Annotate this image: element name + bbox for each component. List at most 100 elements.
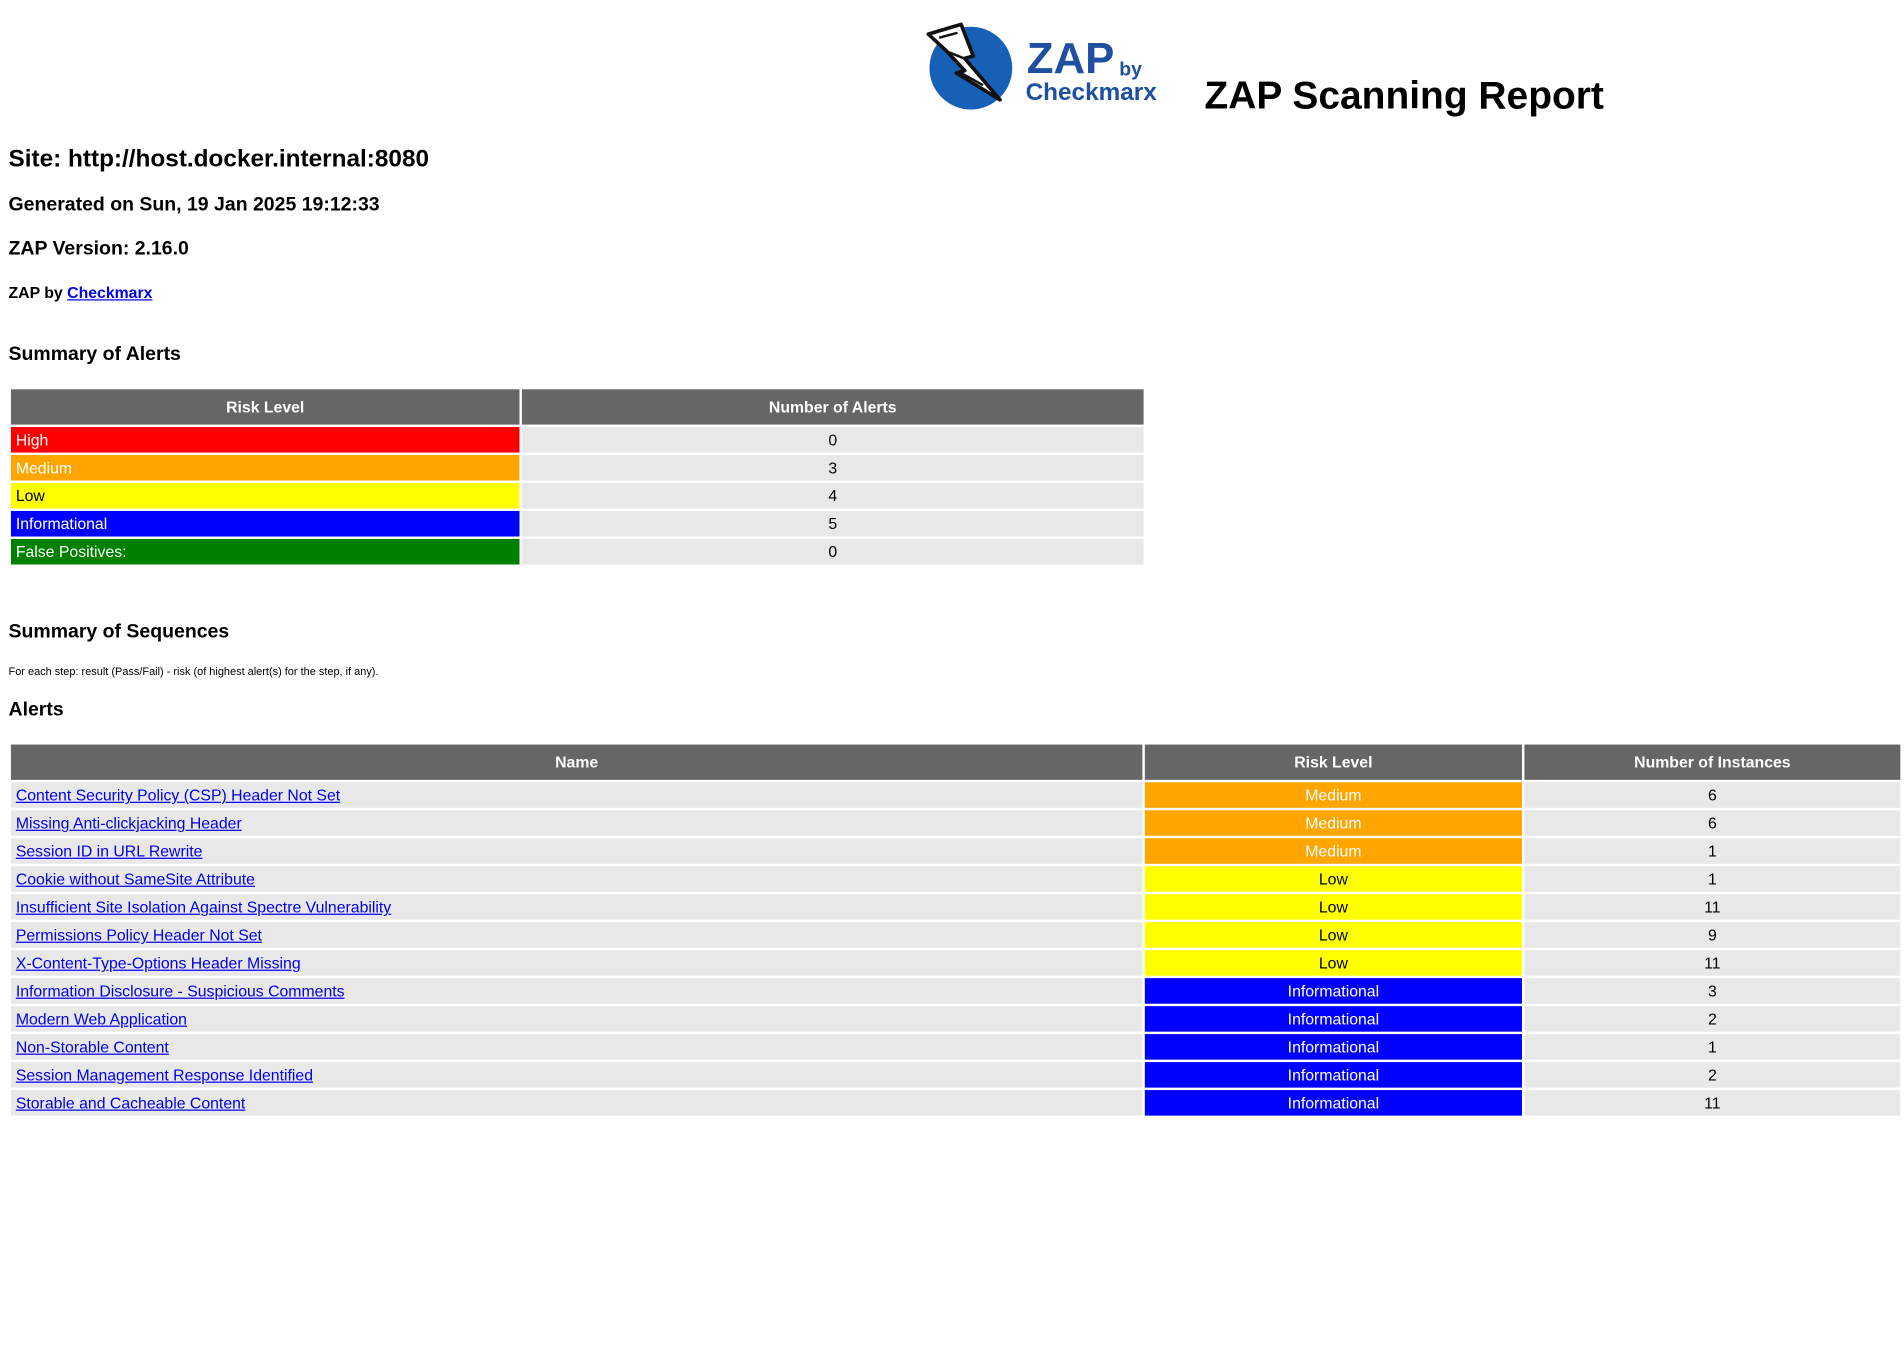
alert-name-cell: Insufficient Site Isolation Against Spec… <box>10 894 1143 920</box>
risk-count-medium: 3 <box>521 455 1144 481</box>
alert-row: Storable and Cacheable Content Informati… <box>10 1090 1901 1116</box>
risk-count-high: 0 <box>521 427 1144 453</box>
byline-prefix: ZAP by <box>8 283 63 302</box>
alerts-table: Name Risk Level Number of Instances Cont… <box>9 742 1903 1118</box>
alerts-header-instances: Number of Instances <box>1524 744 1901 780</box>
alert-row: Information Disclosure - Suspicious Comm… <box>10 978 1901 1004</box>
byline: ZAP by Checkmarx <box>9 283 153 301</box>
risk-label-medium: Medium <box>10 455 520 481</box>
alert-row: Session Management Response Identified I… <box>10 1062 1901 1088</box>
report-page: ZAP by Checkmarx ZAP Scanning Report Sit… <box>0 0 1904 1372</box>
risk-label-low: Low <box>10 482 520 509</box>
site-heading: Site: http://host.docker.internal:8080 <box>8 145 430 173</box>
alert-risk: Low <box>1144 894 1522 920</box>
summary-row-false-positives: False Positives: 0 <box>10 538 1144 565</box>
alert-row: X-Content-Type-Options Header Missing Lo… <box>10 950 1901 976</box>
alert-link[interactable]: Information Disclosure - Suspicious Comm… <box>16 982 345 1000</box>
alert-name-cell: Content Security Policy (CSP) Header Not… <box>10 782 1143 808</box>
alert-row: Session ID in URL Rewrite Medium 1 <box>10 838 1901 864</box>
alert-row: Content Security Policy (CSP) Header Not… <box>10 782 1901 808</box>
alert-risk: Medium <box>1144 810 1522 836</box>
zap-checkmarx-logo: ZAP by Checkmarx <box>926 22 1158 110</box>
alert-instances: 11 <box>1524 1090 1901 1116</box>
alert-link[interactable]: Modern Web Application <box>16 1010 187 1028</box>
alert-link[interactable]: Permissions Policy Header Not Set <box>16 926 262 944</box>
alert-risk: Informational <box>1144 1034 1522 1060</box>
alert-name-cell: Session Management Response Identified <box>10 1062 1143 1088</box>
alerts-header-risk: Risk Level <box>1144 744 1522 780</box>
alert-row: Missing Anti-clickjacking Header Medium … <box>10 810 1901 836</box>
summary-row-high: High 0 <box>10 427 1144 453</box>
alert-name-cell: Missing Anti-clickjacking Header <box>10 810 1143 836</box>
alert-instances: 1 <box>1524 866 1901 892</box>
alert-instances: 1 <box>1524 1034 1901 1060</box>
zap-version: ZAP Version: 2.16.0 <box>8 238 189 260</box>
alert-instances: 2 <box>1524 1006 1901 1032</box>
alert-link[interactable]: Insufficient Site Isolation Against Spec… <box>16 898 391 916</box>
alert-risk: Informational <box>1144 1090 1522 1116</box>
alert-row: Non-Storable Content Informational 1 <box>10 1034 1901 1060</box>
alert-instances: 6 <box>1524 782 1901 808</box>
summary-title: Summary of Alerts <box>8 344 181 365</box>
alert-row: Cookie without SameSite Attribute Low 1 <box>10 866 1901 892</box>
alerts-header-name: Name <box>10 744 1143 780</box>
alert-row: Permissions Policy Header Not Set Low 9 <box>10 922 1901 948</box>
summary-header-risk: Risk Level <box>10 389 520 425</box>
logo-checkmarx-text: Checkmarx <box>1026 79 1158 106</box>
summary-row-medium: Medium 3 <box>10 455 1144 481</box>
alert-risk: Informational <box>1144 978 1522 1004</box>
risk-count-false-positives: 0 <box>521 538 1144 565</box>
logo-zap-text: ZAP <box>1027 34 1115 83</box>
alert-risk: Informational <box>1144 1006 1522 1032</box>
risk-count-informational: 5 <box>521 510 1144 537</box>
summary-header-count: Number of Alerts <box>521 389 1144 425</box>
report-header: ZAP by Checkmarx ZAP Scanning Report <box>0 0 1904 134</box>
alert-name-cell: Permissions Policy Header Not Set <box>10 922 1143 948</box>
alert-risk: Informational <box>1144 1062 1522 1088</box>
risk-label-false-positives: False Positives: <box>10 538 520 565</box>
alert-row: Modern Web Application Informational 2 <box>10 1006 1901 1032</box>
alert-risk: Medium <box>1144 782 1522 808</box>
summary-row-informational: Informational 5 <box>10 510 1144 537</box>
report-title: ZAP Scanning Report <box>1204 72 1604 117</box>
alert-instances: 9 <box>1524 922 1901 948</box>
alert-link[interactable]: Content Security Policy (CSP) Header Not… <box>16 786 340 804</box>
risk-count-low: 4 <box>521 482 1144 509</box>
alert-instances: 1 <box>1524 838 1901 864</box>
summary-table: Risk Level Number of Alerts High 0 Mediu… <box>9 387 1147 567</box>
logo-by-text: by <box>1119 58 1142 80</box>
alert-risk: Low <box>1144 922 1522 948</box>
alert-link[interactable]: Session ID in URL Rewrite <box>16 842 203 860</box>
alert-row: Insufficient Site Isolation Against Spec… <box>10 894 1901 920</box>
alert-name-cell: Storable and Cacheable Content <box>10 1090 1143 1116</box>
sequences-note: For each step: result (Pass/Fail) - risk… <box>8 665 379 678</box>
summary-row-low: Low 4 <box>10 482 1144 509</box>
alerts-header-row: Name Risk Level Number of Instances <box>10 744 1901 780</box>
alert-risk: Medium <box>1144 838 1522 864</box>
alert-link[interactable]: Missing Anti-clickjacking Header <box>16 814 242 832</box>
alert-risk: Low <box>1144 866 1522 892</box>
alert-instances: 6 <box>1524 810 1901 836</box>
alert-name-cell: X-Content-Type-Options Header Missing <box>10 950 1143 976</box>
alert-link[interactable]: Storable and Cacheable Content <box>16 1094 246 1112</box>
alert-name-cell: Session ID in URL Rewrite <box>10 838 1143 864</box>
risk-label-high: High <box>10 427 520 453</box>
alert-instances: 11 <box>1524 894 1901 920</box>
alert-instances: 2 <box>1524 1062 1901 1088</box>
alert-instances: 11 <box>1524 950 1901 976</box>
alerts-title: Alerts <box>8 699 64 721</box>
alert-risk: Low <box>1144 950 1522 976</box>
checkmarx-link[interactable]: Checkmarx <box>67 283 152 301</box>
sequences-title: Summary of Sequences <box>8 621 230 643</box>
alert-name-cell: Modern Web Application <box>10 1006 1143 1032</box>
generated-date: Generated on Sun, 19 Jan 2025 19:12:33 <box>8 194 380 216</box>
summary-header-row: Risk Level Number of Alerts <box>10 389 1144 425</box>
alert-link[interactable]: Cookie without SameSite Attribute <box>16 870 255 888</box>
alert-link[interactable]: Session Management Response Identified <box>16 1066 313 1084</box>
alert-link[interactable]: X-Content-Type-Options Header Missing <box>16 954 301 972</box>
alert-link[interactable]: Non-Storable Content <box>16 1038 169 1056</box>
alert-name-cell: Non-Storable Content <box>10 1034 1143 1060</box>
alert-name-cell: Information Disclosure - Suspicious Comm… <box>10 978 1143 1004</box>
risk-label-informational: Informational <box>10 510 520 537</box>
alert-instances: 3 <box>1524 978 1901 1004</box>
